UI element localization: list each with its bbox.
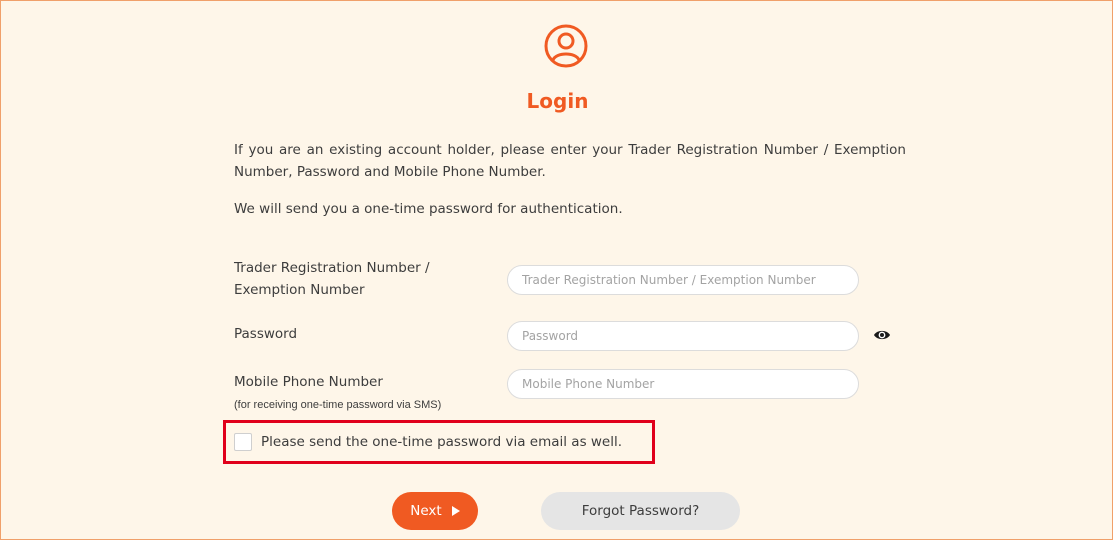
user-circle-icon <box>544 24 588 68</box>
email-otp-label[interactable]: Please send the one-time password via em… <box>261 434 622 450</box>
instructions-text: If you are an existing account holder, p… <box>234 142 906 180</box>
next-button[interactable]: Next <box>392 492 478 530</box>
trader-number-label: Trader Registration Number / Exemption N… <box>234 260 430 298</box>
forgot-password-button[interactable]: Forgot Password? <box>541 492 740 530</box>
mobile-number-label: Mobile Phone Number <box>234 374 383 390</box>
trader-number-input[interactable] <box>507 265 859 295</box>
mobile-number-input[interactable] <box>507 369 859 399</box>
login-panel: Login If you are an existing account hol… <box>0 0 1113 540</box>
otp-note-text: We will send you a one-time password for… <box>234 201 623 217</box>
password-input[interactable] <box>507 321 859 351</box>
password-label: Password <box>234 326 298 342</box>
arrow-right-icon <box>451 506 460 516</box>
next-button-label: Next <box>410 503 442 519</box>
page-title: Login <box>526 89 589 113</box>
mobile-number-hint: (for receiving one-time password via SMS… <box>234 399 442 411</box>
email-otp-checkbox[interactable] <box>234 433 252 451</box>
eye-icon[interactable] <box>873 328 891 342</box>
